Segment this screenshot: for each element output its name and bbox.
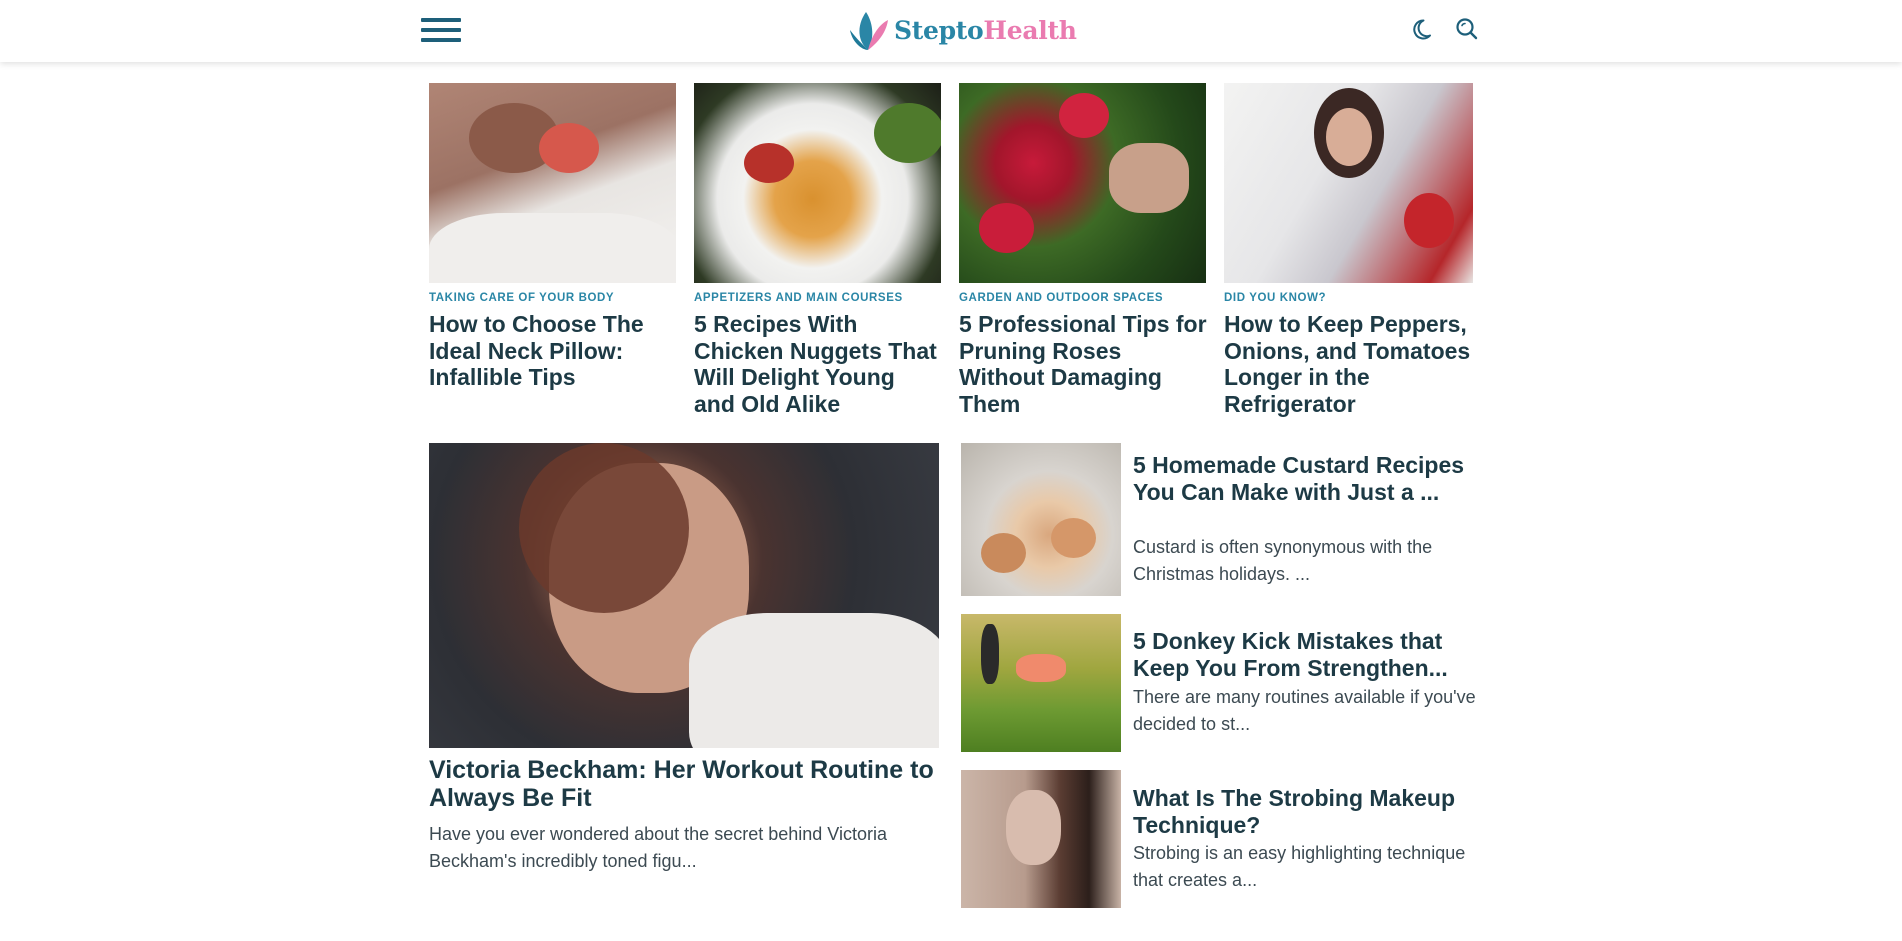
article-title[interactable]: 5 Recipes With Chicken Nuggets That Will… bbox=[694, 311, 942, 417]
article-title[interactable]: How to Keep Peppers, Onions, and Tomatoe… bbox=[1224, 311, 1476, 417]
logo-text-stepto: Stepto bbox=[894, 15, 984, 45]
side-image-donkey-kick[interactable] bbox=[961, 614, 1121, 752]
featured-title[interactable]: Victoria Beckham: Her Workout Routine to… bbox=[429, 756, 939, 812]
logo-text-health: Health bbox=[983, 15, 1077, 45]
side-image-strobing-makeup[interactable] bbox=[961, 770, 1121, 908]
article-image-roses[interactable] bbox=[959, 83, 1206, 283]
article-category[interactable]: APPETIZERS AND MAIN COURSES bbox=[694, 292, 903, 304]
side-article-excerpt: There are many routines available if you… bbox=[1133, 687, 1476, 734]
hamburger-menu-icon[interactable] bbox=[421, 18, 461, 44]
moon-icon[interactable] bbox=[1412, 16, 1438, 42]
side-article-title[interactable]: 5 Homemade Custard Recipes You Can Make … bbox=[1133, 452, 1478, 505]
featured-excerpt: Have you ever wondered about the secret … bbox=[429, 824, 887, 871]
article-title[interactable]: How to Choose The Ideal Neck Pillow: Inf… bbox=[429, 311, 677, 391]
logo-icon bbox=[850, 12, 888, 50]
article-image-neck-pillow[interactable] bbox=[429, 83, 676, 283]
article-category[interactable]: TAKING CARE OF YOUR BODY bbox=[429, 292, 614, 304]
article-image-refrigerator[interactable] bbox=[1224, 83, 1473, 283]
side-article-excerpt: Strobing is an easy highlighting techniq… bbox=[1133, 843, 1466, 890]
site-logo[interactable]: SteptoHealth bbox=[844, 8, 1077, 52]
side-article-title[interactable]: 5 Donkey Kick Mistakes that Keep You Fro… bbox=[1133, 628, 1478, 681]
site-header: SteptoHealth bbox=[0, 0, 1902, 62]
side-image-custard[interactable] bbox=[961, 443, 1121, 596]
article-category[interactable]: DID YOU KNOW? bbox=[1224, 292, 1326, 304]
article-title[interactable]: 5 Professional Tips for Pruning Roses Wi… bbox=[959, 311, 1207, 417]
side-article-title[interactable]: What Is The Strobing Makeup Technique? bbox=[1133, 785, 1478, 838]
search-icon[interactable] bbox=[1454, 16, 1480, 42]
featured-image-victoria-beckham[interactable] bbox=[429, 443, 939, 748]
article-image-chicken-nuggets[interactable] bbox=[694, 83, 941, 283]
side-article-excerpt: Custard is often synonymous with the Chr… bbox=[1133, 537, 1433, 584]
article-category[interactable]: GARDEN AND OUTDOOR SPACES bbox=[959, 292, 1163, 304]
